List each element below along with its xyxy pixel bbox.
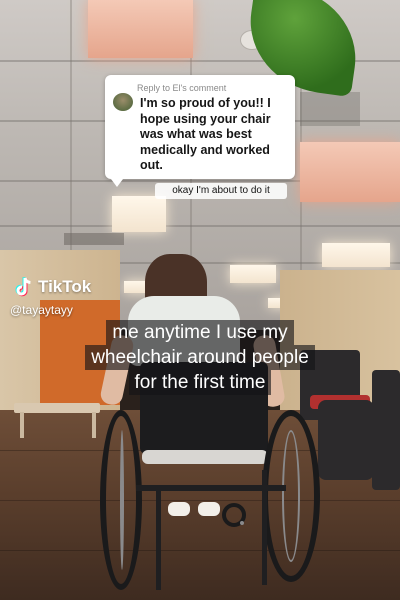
- ceiling-light: [230, 265, 276, 283]
- comment-text: I'm so proud of you!! I hope using your …: [140, 96, 271, 172]
- wheelchair-wheel: [262, 410, 320, 582]
- ceiling-light: [322, 243, 390, 267]
- text-sticker: okay I'm about to do it: [155, 183, 287, 199]
- reply-comment-card[interactable]: Reply to El's comment I'm so proud of yo…: [105, 75, 295, 187]
- gym-equipment: [372, 370, 400, 490]
- wheelchair-frame: [262, 470, 267, 585]
- creator-handle: @tayaytayy: [10, 303, 73, 317]
- tiktok-logo-icon: [14, 276, 34, 298]
- reply-label: Reply to El's comment: [137, 83, 227, 93]
- caption-line: for the first time: [128, 370, 272, 395]
- caster-wheel: [222, 503, 246, 527]
- ceiling-light: [112, 196, 166, 232]
- tiktok-brand: TikTok: [38, 277, 92, 296]
- wheelchair-seat: [142, 450, 268, 464]
- ceiling-light: [300, 142, 400, 202]
- tiktok-watermark: TikTok: [14, 276, 91, 298]
- wheelchair-wheel: [100, 410, 142, 590]
- commenter-avatar[interactable]: [113, 93, 133, 111]
- ceiling-light: [88, 0, 193, 58]
- shoe: [168, 502, 190, 516]
- gym-bag: [318, 400, 374, 480]
- video-caption: me anytime I use my wheelchair around pe…: [48, 320, 352, 395]
- bench: [14, 403, 100, 413]
- caption-line: me anytime I use my: [106, 320, 294, 345]
- shoe: [198, 502, 220, 516]
- wheelchair-frame: [156, 485, 161, 590]
- caption-line: wheelchair around people: [85, 345, 315, 370]
